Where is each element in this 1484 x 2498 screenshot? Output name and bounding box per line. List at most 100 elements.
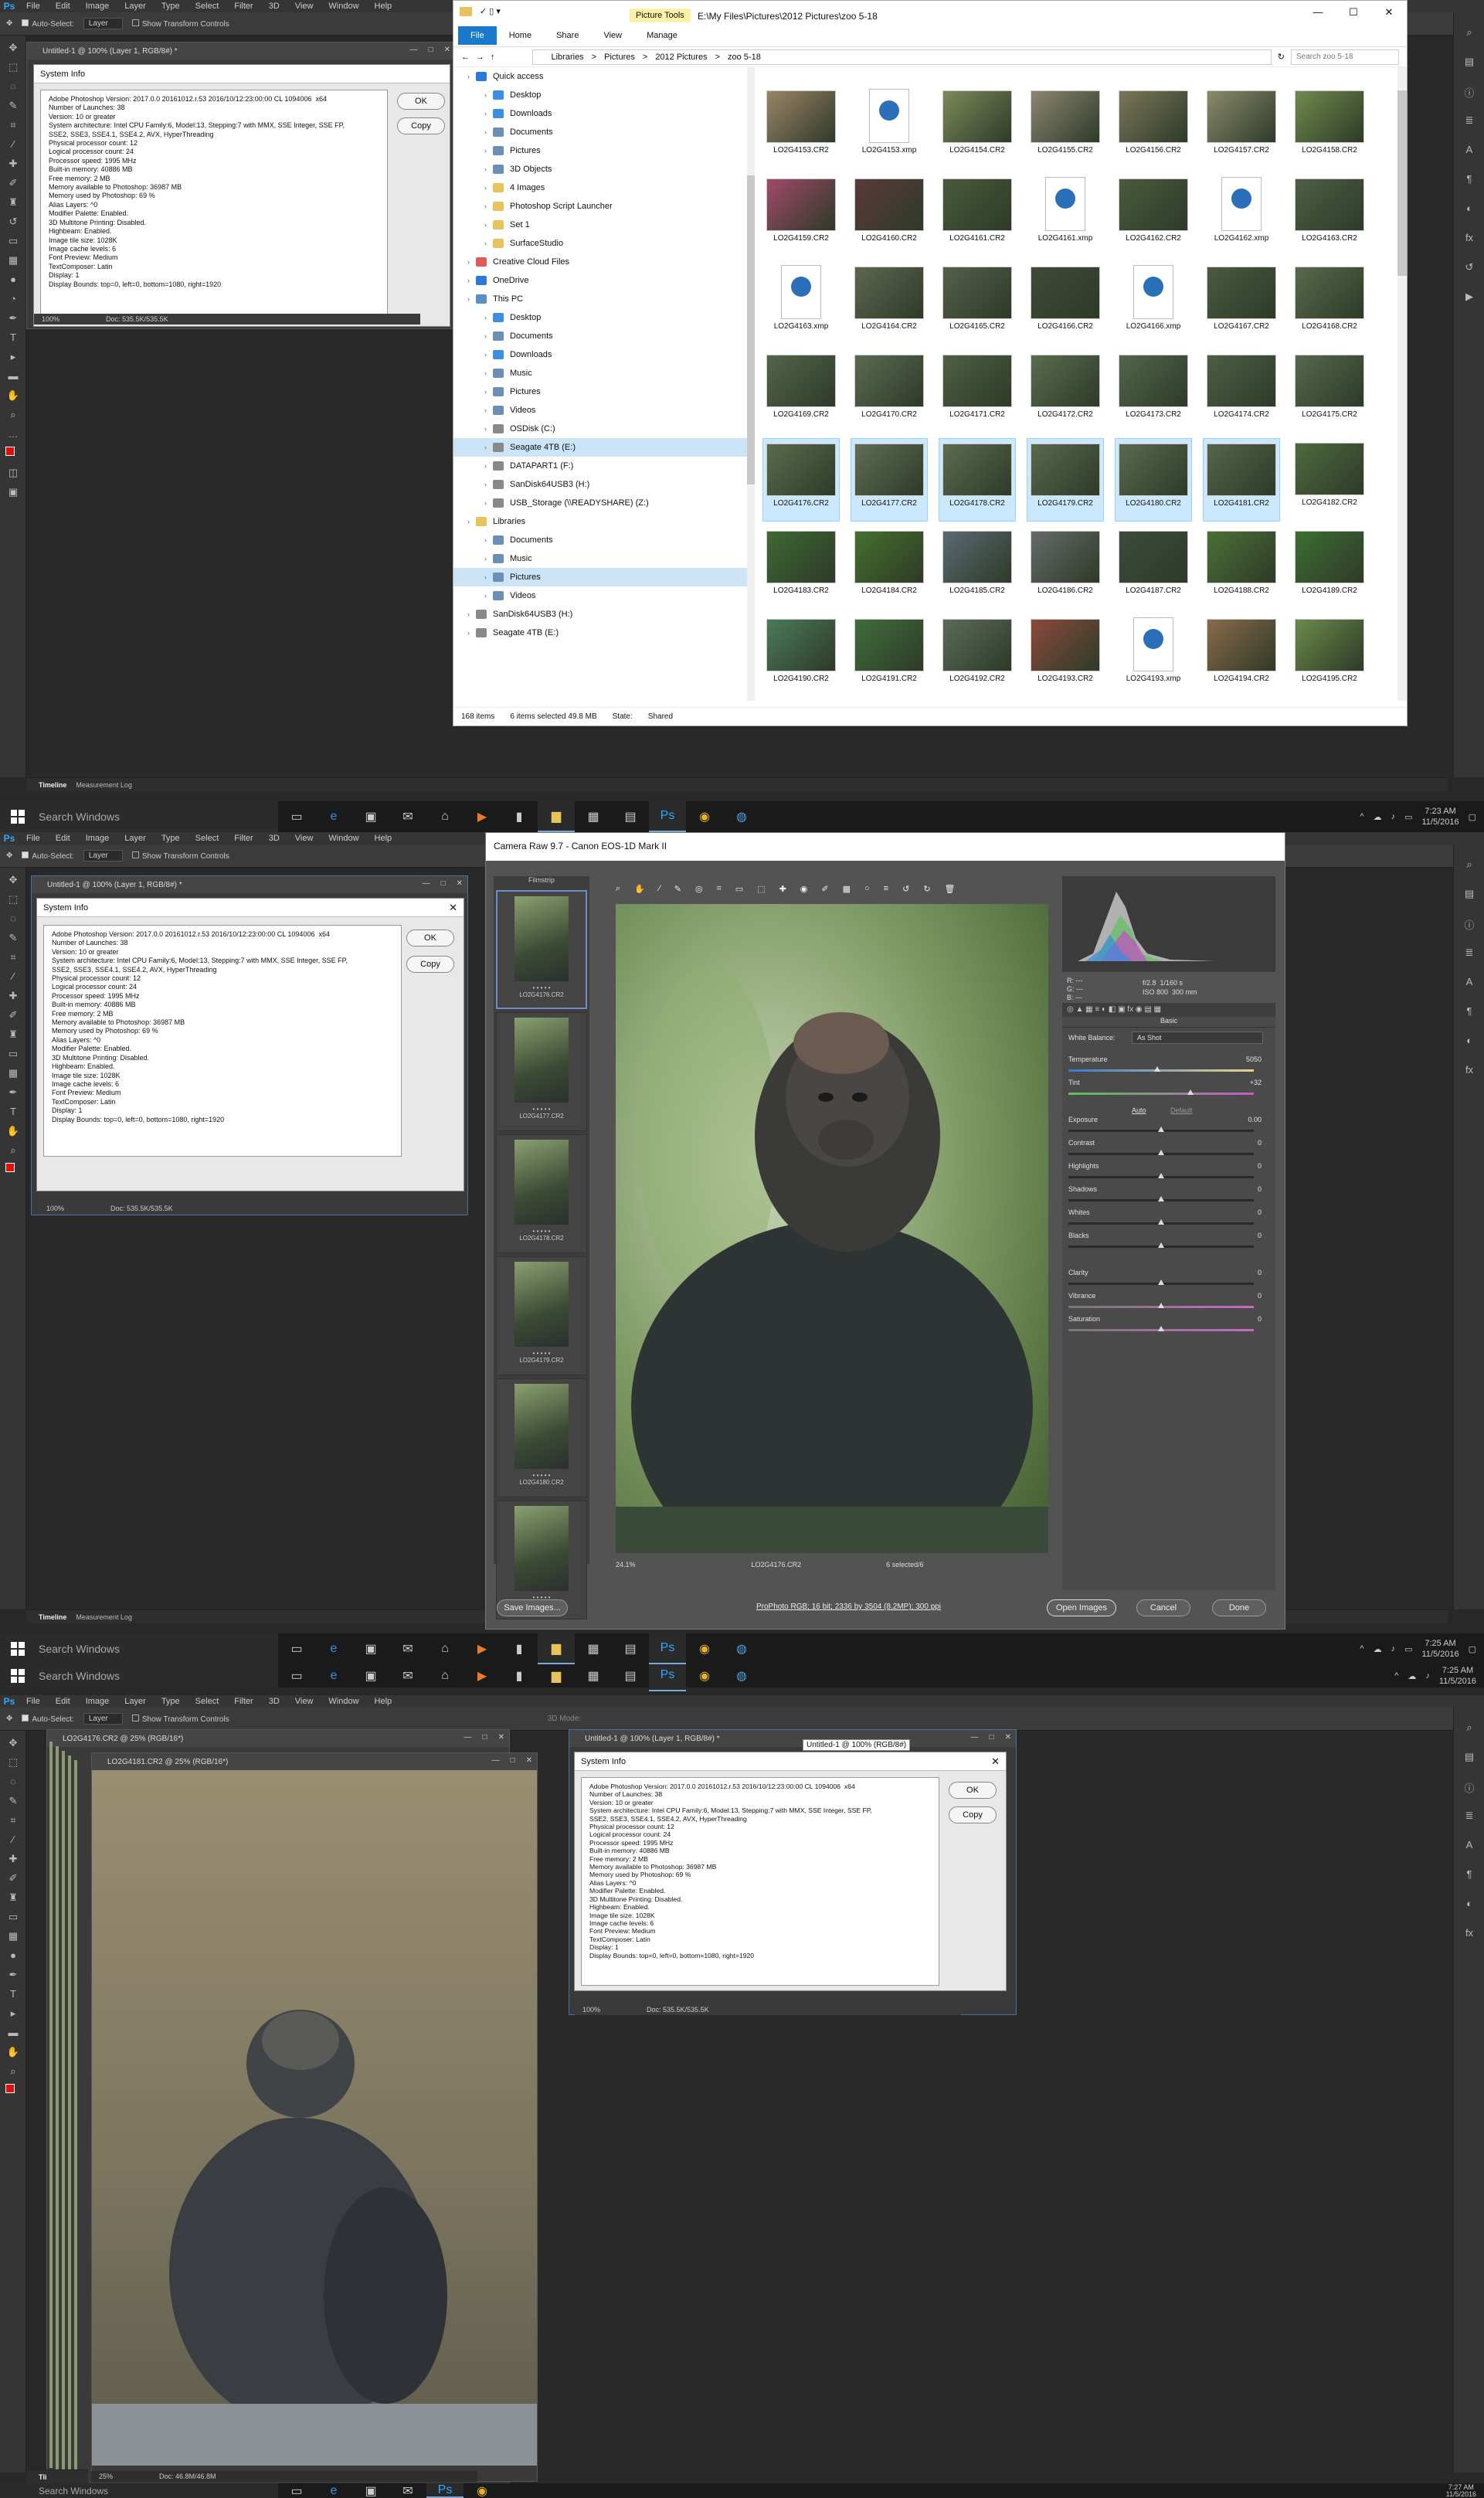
file-item[interactable]: LO2G4173.CR2: [1115, 350, 1192, 433]
windows-logo-icon[interactable]: [11, 1669, 25, 1683]
properties-icon[interactable]: ≣: [1462, 114, 1477, 130]
refresh-icon[interactable]: ↻: [1278, 52, 1285, 62]
nav-item[interactable]: › 4 Images: [453, 178, 747, 197]
slider-value[interactable]: +32: [1250, 1079, 1262, 1086]
chevron-right-icon[interactable]: ›: [484, 462, 487, 470]
nav-item[interactable]: › DATAPART1 (F:): [453, 457, 747, 475]
slider-value[interactable]: 0: [1258, 1292, 1262, 1300]
menu-file[interactable]: File: [19, 2, 48, 11]
measurement-log-tab[interactable]: Measurement Log: [76, 1613, 132, 1621]
file-item[interactable]: LO2G4153.CR2: [762, 86, 840, 169]
actions-icon[interactable]: ▶: [1462, 291, 1477, 306]
adjust-slider[interactable]: Tint +32: [1068, 1079, 1269, 1102]
photos-icon[interactable]: ▣: [352, 801, 389, 832]
photos-icon[interactable]: ▣: [352, 1664, 389, 1691]
filmstrip-item[interactable]: • • • • • LO2G4178.CR2: [496, 1134, 587, 1253]
adjust-slider[interactable]: Shadows 0: [1068, 1185, 1269, 1208]
file-item[interactable]: LO2G4161.CR2: [939, 174, 1016, 257]
nav-item[interactable]: › Documents: [453, 327, 747, 345]
file-item[interactable]: LO2G4157.CR2: [1203, 86, 1280, 169]
type-tool-icon[interactable]: T: [5, 1987, 21, 2001]
nav-item[interactable]: › Pictures: [453, 382, 747, 401]
chevron-right-icon[interactable]: ›: [484, 202, 487, 210]
filmstrip-item[interactable]: • • • • • LO2G4179.CR2: [496, 1256, 587, 1375]
rating-dots[interactable]: • • • • •: [497, 1472, 586, 1479]
move-tool-icon[interactable]: ✥: [5, 873, 21, 887]
eraser-tool-icon[interactable]: ▭: [5, 1047, 21, 1061]
chevron-right-icon[interactable]: ›: [467, 277, 470, 284]
file-item[interactable]: LO2G4174.CR2: [1203, 350, 1280, 433]
slider-value[interactable]: 0: [1258, 1269, 1262, 1276]
properties-icon[interactable]: ≣: [1462, 1810, 1477, 1825]
file-item[interactable]: LO2G4187.CR2: [1115, 526, 1192, 610]
zoom-tool-icon[interactable]: ⌕: [616, 884, 620, 901]
cancel-button[interactable]: Cancel: [1136, 1599, 1190, 1616]
task-view-icon[interactable]: ▭: [278, 1664, 315, 1691]
adjust-slider[interactable]: Vibrance 0: [1068, 1292, 1269, 1315]
slider-value[interactable]: 0: [1258, 1162, 1262, 1170]
copy-button[interactable]: Copy: [397, 117, 445, 134]
layers-icon[interactable]: ▤: [1462, 1751, 1477, 1766]
menu-help[interactable]: Help: [367, 834, 400, 843]
file-explorer-icon[interactable]: ▆: [538, 1664, 575, 1691]
document-title[interactable]: LO2G4181.CR2 @ 25% (RGB/16*): [92, 1753, 537, 1770]
file-item[interactable]: LO2G4162.CR2: [1115, 174, 1192, 257]
ok-button[interactable]: OK: [406, 930, 454, 947]
auto-select-checkbox[interactable]: Auto-Select:: [22, 851, 74, 861]
document-title[interactable]: Untitled-1 @ 100% (Layer 1, RGB/8#) *: [569, 1730, 1016, 1747]
auto-select-dropdown[interactable]: Layer: [83, 1713, 123, 1725]
eraser-tool-icon[interactable]: ▭: [5, 234, 21, 248]
nav-item[interactable]: › Set 1: [453, 216, 747, 234]
color-swatches-icon[interactable]: [5, 447, 21, 461]
chevron-right-icon[interactable]: ›: [467, 610, 470, 618]
adjust-slider[interactable]: Clarity 0: [1068, 1269, 1269, 1292]
menu-edit[interactable]: Edit: [48, 834, 78, 843]
show-transform-checkbox[interactable]: Show Transform Controls: [131, 1714, 229, 1724]
shape-tool-icon[interactable]: ▬: [5, 369, 21, 383]
lasso-tool-icon[interactable]: ◌: [5, 1775, 21, 1789]
straighten-icon[interactable]: ▭: [735, 884, 743, 901]
file-item[interactable]: LO2G4188.CR2: [1203, 526, 1280, 610]
chevron-right-icon[interactable]: ›: [484, 165, 487, 173]
slider-track[interactable]: [1068, 1093, 1254, 1095]
file-item[interactable]: LO2G4171.CR2: [939, 350, 1016, 433]
white-balance-icon[interactable]: ⁄: [659, 884, 660, 901]
edge-icon[interactable]: e: [315, 1633, 352, 1664]
quick-select-icon[interactable]: ✎: [5, 1794, 21, 1808]
edge-icon[interactable]: e: [315, 2483, 352, 2498]
nav-item[interactable]: › Videos: [453, 401, 747, 420]
chevron-right-icon[interactable]: ›: [484, 221, 487, 229]
search-input[interactable]: Search zoo 5-18: [1291, 49, 1399, 65]
menu-3d[interactable]: 3D: [261, 1697, 287, 1706]
chevron-right-icon[interactable]: ›: [484, 110, 487, 117]
eraser-tool-icon[interactable]: ▭: [5, 1910, 21, 1924]
windows-logo-icon[interactable]: [11, 1642, 25, 1656]
nav-item[interactable]: › Videos: [453, 586, 747, 605]
slider-knob[interactable]: [1158, 1127, 1164, 1132]
photos-icon[interactable]: ▣: [352, 1633, 389, 1664]
auto-select-checkbox[interactable]: Auto-Select:: [22, 19, 74, 29]
properties-icon[interactable]: ≣: [1462, 947, 1477, 962]
layers-icon[interactable]: ▤: [1462, 56, 1477, 71]
timeline-tab[interactable]: Timeline: [39, 781, 66, 789]
breadcrumb[interactable]: Libraries > Pictures > 2012 Pictures > zoo …: [531, 49, 1272, 65]
menu-type[interactable]: Type: [154, 2, 188, 11]
history-brush-icon[interactable]: ↺: [5, 215, 21, 229]
terminal-icon[interactable]: ▮: [501, 801, 538, 832]
file-item[interactable]: LO2G4191.CR2: [851, 614, 928, 698]
task-view-icon[interactable]: ▭: [278, 1633, 315, 1664]
ok-button[interactable]: OK: [949, 1782, 997, 1799]
menu-file[interactable]: File: [19, 834, 48, 843]
minimize-icon[interactable]: —: [423, 879, 430, 888]
file-item[interactable]: LO2G4159.CR2: [762, 174, 840, 257]
file-item[interactable]: LO2G4192.CR2: [939, 614, 1016, 698]
chrome-icon[interactable]: ◉: [686, 1633, 723, 1664]
color-swatches-icon[interactable]: [5, 2084, 21, 2098]
menu-filter[interactable]: Filter: [226, 2, 260, 11]
menu-view[interactable]: View: [287, 2, 321, 11]
healing-brush-icon[interactable]: ✚: [5, 157, 21, 171]
quick-access-toolbar-icon[interactable]: ✓ ▯ ▾: [480, 6, 501, 16]
copy-button[interactable]: Copy: [949, 1806, 997, 1823]
hand-tool-icon[interactable]: ✋: [5, 1124, 21, 1138]
quick-select-icon[interactable]: ✎: [5, 99, 21, 113]
